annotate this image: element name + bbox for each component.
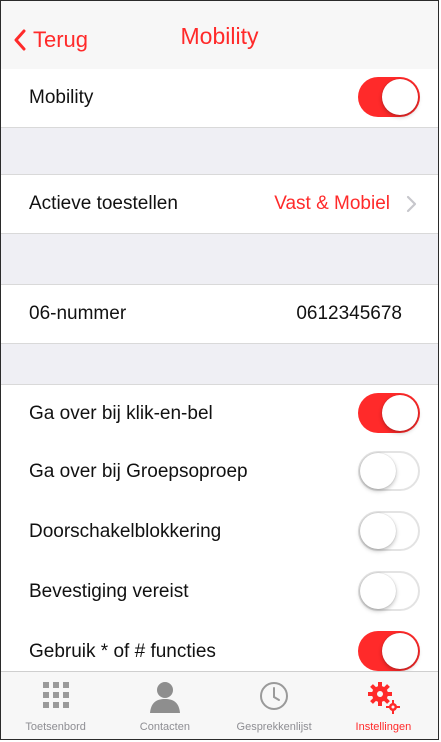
clock-icon [260,682,289,710]
section-spacer [1,127,438,175]
gears-icon [368,682,401,714]
group-call-label: Ga over bij Groepsoproep [29,461,248,482]
active-devices-row[interactable]: Actieve toestellen Vast & Mobiel [1,175,438,233]
tab-label: Contacten [139,721,190,733]
tab-label: Gesprekkenlijst [236,721,312,733]
toggle-knob [382,633,418,669]
tab-contacten[interactable]: Contacten [110,672,219,739]
confirmation-label: Bevestiging vereist [29,581,189,602]
tab-label: Instellingen [355,721,412,733]
click-to-call-toggle[interactable] [358,393,420,433]
tab-bar: Toetsenbord Contacten Gesprekkenlijst In… [1,671,438,739]
mobility-toggle[interactable] [358,77,420,117]
click-to-call-row: Ga over bij klik-en-bel [1,385,438,443]
tab-label: Toetsenbord [25,721,86,733]
confirmation-row: Bevestiging vereist [1,563,438,621]
chevron-right-icon [406,195,417,213]
mobility-label: Mobility [29,87,94,108]
forward-block-row: Doorschakelblokkering [1,503,438,561]
functions-label: Gebruik * of # functies [29,641,216,662]
phone-number-label: 06-nummer [29,303,127,324]
tab-instellingen[interactable]: Instellingen [329,672,438,739]
group-call-toggle[interactable] [358,451,420,491]
toggle-knob [382,395,418,431]
toggle-knob [360,573,396,609]
back-label: Terug [33,27,89,52]
functions-toggle[interactable] [358,631,420,671]
phone-number-row[interactable]: 06-nummer 0612345678 [1,285,438,343]
keypad-icon [42,682,69,708]
active-devices-value: Vast & Mobiel [274,193,390,214]
forward-block-toggle[interactable] [358,511,420,551]
mobility-row: Mobility [1,69,438,127]
back-button[interactable]: Terug [13,23,88,57]
toggle-knob [382,79,418,115]
forward-block-label: Doorschakelblokkering [29,521,222,542]
tab-gesprekkenlijst[interactable]: Gesprekkenlijst [220,672,329,739]
contact-person-icon [149,682,180,713]
toggle-knob [360,453,396,489]
navigation-bar: Terug Mobility [1,1,438,79]
confirmation-toggle[interactable] [358,571,420,611]
chevron-left-icon [14,29,26,51]
phone-number-value: 0612345678 [296,303,402,324]
active-devices-label: Actieve toestellen [29,193,178,214]
group-call-row: Ga over bij Groepsoproep [1,443,438,501]
section-spacer [1,343,438,385]
app-screen: Terug Mobility Mobility Actieve toestell… [0,0,439,740]
section-spacer [1,233,438,285]
toggle-knob [360,513,396,549]
click-to-call-label: Ga over bij klik-en-bel [29,403,213,424]
tab-toetsenbord[interactable]: Toetsenbord [1,672,110,739]
